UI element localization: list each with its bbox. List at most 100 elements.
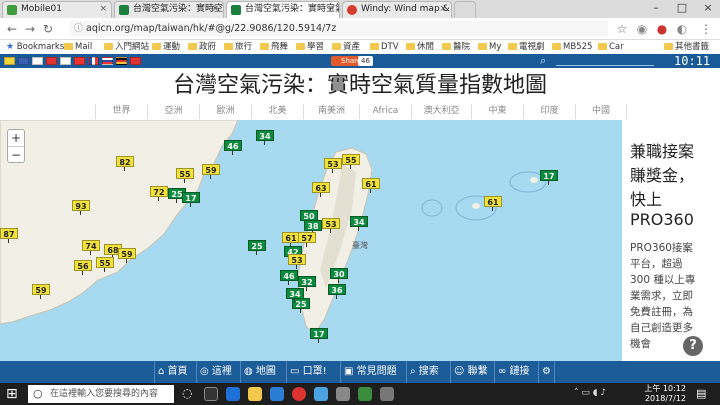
close-tab-icon[interactable]: ×	[439, 2, 447, 17]
flag-icon[interactable]	[46, 57, 57, 65]
ad-panel[interactable]: 兼職接案 賺獎金， 快上 PRO360 PRO360接案 平台，超過 300 種…	[622, 120, 720, 361]
extension-icon[interactable]: ●	[654, 21, 670, 37]
aqi-marker[interactable]: 87	[0, 228, 18, 243]
bookmark-item[interactable]: 醫院	[442, 41, 470, 53]
aqi-marker[interactable]: 34	[286, 288, 304, 303]
aqi-marker[interactable]: 61	[484, 196, 502, 211]
site-search-input[interactable]	[556, 65, 654, 66]
tab-india[interactable]: 印度	[523, 104, 575, 119]
notification-icon[interactable]: ▤	[696, 387, 706, 400]
tab-china[interactable]: 中國	[575, 104, 627, 119]
bookmark-item[interactable]: MB525	[552, 41, 592, 53]
tab-europe[interactable]: 歐洲	[199, 104, 251, 119]
nav-settings[interactable]: ⚙	[538, 361, 555, 383]
tab-aqicn-2[interactable]: 台灣空氣污染：實時空氣 ×	[226, 1, 340, 18]
aqi-marker[interactable]: 32	[298, 276, 316, 291]
aqi-marker[interactable]: 34	[256, 130, 274, 145]
bookmark-item[interactable]: 資產	[332, 41, 360, 53]
system-clock[interactable]: 上午 10:12 2018/7/12	[600, 384, 686, 404]
aqi-marker[interactable]: 59	[32, 284, 50, 299]
aqi-marker[interactable]: 59	[202, 164, 220, 179]
tab-asia[interactable]: 亞洲	[147, 104, 199, 119]
tab-windy[interactable]: Windy: Wind map & we ×	[342, 1, 452, 18]
nav-home[interactable]: ⌂ 首頁	[154, 361, 188, 383]
tab-south-america[interactable]: 南美洲	[303, 104, 359, 119]
bookmark-other[interactable]: 其他書籤	[664, 41, 709, 53]
aqi-marker[interactable]: 53	[288, 254, 306, 269]
bookmark-item[interactable]: 飛舞	[260, 41, 288, 53]
nav-faq[interactable]: ▣ 常見問題	[340, 361, 397, 383]
aqi-marker[interactable]: 72	[150, 186, 168, 201]
flag-icon[interactable]	[4, 57, 15, 65]
forward-icon[interactable]: →	[22, 21, 38, 37]
bookmark-item[interactable]: Car	[598, 41, 624, 53]
nav-links[interactable]: ∞ 鏈接	[494, 361, 530, 383]
aqi-marker[interactable]: 38	[304, 220, 322, 235]
close-tab-icon[interactable]: ×	[327, 2, 335, 17]
aqi-marker[interactable]: 61	[362, 178, 380, 193]
aqi-marker[interactable]: 53	[322, 218, 340, 233]
ad-help-button[interactable]: ?	[683, 336, 703, 356]
bookmark-item[interactable]: Mail	[64, 41, 92, 53]
close-tab-icon[interactable]: ×	[99, 2, 107, 17]
aqi-map[interactable]: 臺灣 46 34 82 55 59 72 25 17 93 87 74 68 5…	[0, 120, 622, 361]
flag-icon[interactable]	[116, 57, 127, 65]
nav-here[interactable]: ◎ 這裡	[196, 361, 232, 383]
flag-icon[interactable]	[130, 57, 141, 65]
task-view-icon[interactable]	[204, 387, 218, 401]
bookmark-item[interactable]: 休閒	[406, 41, 434, 53]
back-icon[interactable]: ←	[4, 21, 20, 37]
url-field[interactable]: ⓘ aqicn.org/map/taiwan/hk/#@g/22.9086/12…	[70, 21, 608, 37]
tab-aqicn-1[interactable]: 台灣空氣污染：實時空氣 ×	[114, 1, 224, 18]
new-tab-button[interactable]	[454, 1, 476, 18]
zoom-in-button[interactable]: +	[8, 130, 24, 146]
tab-africa[interactable]: Africa	[359, 104, 411, 119]
store-icon[interactable]	[270, 387, 284, 401]
aqi-marker[interactable]: 82	[116, 156, 134, 171]
aqi-marker[interactable]: 55	[96, 257, 114, 272]
cortana-mic-icon[interactable]: ◌	[182, 386, 192, 400]
close-window-icon[interactable]: ×	[696, 0, 720, 18]
aqi-marker[interactable]: 63	[312, 182, 330, 197]
file-explorer-icon[interactable]	[248, 387, 262, 401]
bookmark-item[interactable]: 學習	[296, 41, 324, 53]
chrome-icon[interactable]	[292, 387, 306, 401]
app-icon[interactable]	[336, 387, 350, 401]
aqi-marker[interactable]: 56	[74, 260, 92, 275]
aqi-marker[interactable]: 93	[72, 200, 90, 215]
aqi-marker[interactable]: 59	[118, 248, 136, 263]
bookmarks-apps[interactable]: ★ Bookmarks	[6, 41, 64, 53]
aqi-marker[interactable]: 55	[176, 168, 194, 183]
tab-world[interactable]: 世界	[95, 104, 147, 119]
tab-mobile01[interactable]: Mobile01 ×	[2, 1, 112, 18]
aqi-marker[interactable]: 55	[342, 154, 360, 169]
aqi-marker[interactable]: 46	[224, 140, 242, 155]
aqi-marker[interactable]: 17	[182, 192, 200, 207]
extension-icon[interactable]: ◐	[674, 21, 690, 37]
flag-icon[interactable]	[32, 57, 43, 65]
aqi-marker[interactable]: 30	[330, 268, 348, 283]
app-icon[interactable]	[314, 387, 328, 401]
tab-australia[interactable]: 澳大利亞	[411, 104, 471, 119]
flag-icon[interactable]	[102, 57, 113, 65]
aqi-marker[interactable]: 17	[310, 328, 328, 343]
flag-icon[interactable]	[60, 57, 71, 65]
aqi-marker[interactable]: 53	[324, 158, 342, 173]
aqi-marker[interactable]: 36	[328, 284, 346, 299]
flag-icon[interactable]	[74, 57, 85, 65]
app-icon[interactable]	[380, 387, 394, 401]
taskbar-search-input[interactable]: ○ 在這裡輸入您要搜尋的內容	[28, 385, 174, 403]
zoom-out-button[interactable]: −	[8, 146, 24, 162]
bookmark-item[interactable]: 入門網站	[104, 41, 149, 53]
tab-middle-east[interactable]: 中東	[471, 104, 523, 119]
minimize-icon[interactable]: –	[644, 0, 668, 18]
flag-icon[interactable]	[88, 57, 99, 65]
reload-icon[interactable]: ↻	[40, 21, 56, 37]
search-icon[interactable]: ⌕	[540, 54, 546, 68]
app-icon[interactable]	[358, 387, 372, 401]
star-icon[interactable]: ☆	[614, 21, 630, 37]
maximize-icon[interactable]: □	[670, 0, 694, 18]
aqi-marker[interactable]: 17	[540, 170, 558, 185]
aqi-marker[interactable]: 74	[82, 240, 100, 255]
aqi-marker[interactable]: 34	[350, 216, 368, 231]
